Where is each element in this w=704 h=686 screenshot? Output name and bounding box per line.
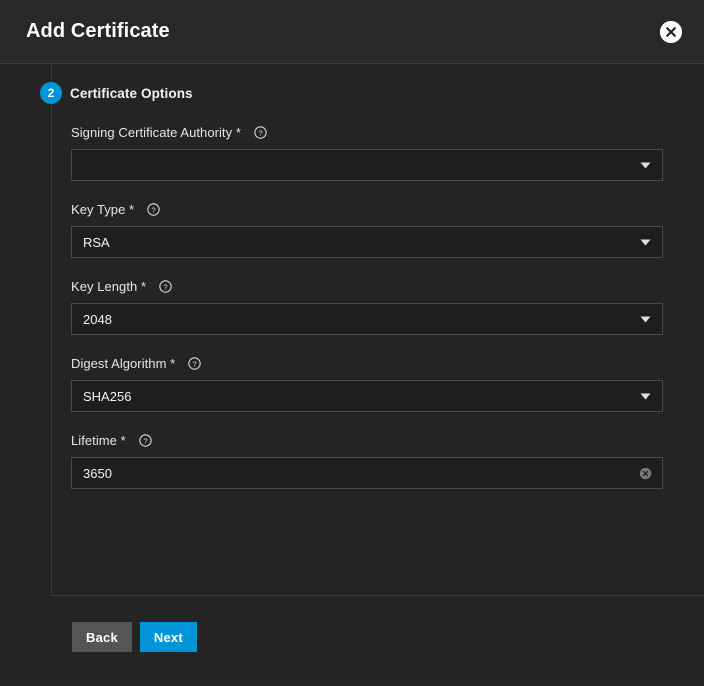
field-label-row: Signing Certificate Authority * ? bbox=[71, 124, 704, 140]
svg-text:?: ? bbox=[163, 282, 167, 291]
field-digest-algorithm: Digest Algorithm * ? SHA256 bbox=[71, 355, 704, 412]
required-marker: * bbox=[140, 278, 147, 294]
dialog-body: 2 Certificate Options Signing Certificat… bbox=[0, 64, 704, 686]
page-title: Add Certificate bbox=[26, 20, 170, 42]
footer-actions: Back Next bbox=[51, 596, 704, 652]
lifetime-input[interactable]: 3650 bbox=[71, 457, 663, 489]
field-label: Digest Algorithm * bbox=[71, 355, 176, 371]
field-label: Key Length * bbox=[71, 278, 147, 294]
key-length-select[interactable]: 2048 bbox=[71, 303, 663, 335]
chevron-down-icon bbox=[640, 393, 651, 399]
help-circle-icon[interactable]: ? bbox=[159, 279, 172, 293]
next-button[interactable]: Next bbox=[139, 622, 197, 652]
field-label-row: Key Length * ? bbox=[71, 278, 704, 294]
required-marker: * bbox=[170, 355, 176, 371]
step-number-badge: 2 bbox=[40, 82, 62, 104]
help-circle-icon[interactable]: ? bbox=[147, 202, 160, 216]
field-key-length: Key Length * ? 2048 bbox=[71, 278, 704, 335]
chevron-down-icon bbox=[640, 316, 651, 322]
field-signing-certificate-authority: Signing Certificate Authority * ? bbox=[71, 124, 704, 181]
field-lifetime: Lifetime * ? 3650 bbox=[71, 432, 704, 489]
required-marker: * bbox=[129, 201, 135, 217]
key-type-select[interactable]: RSA bbox=[71, 226, 663, 258]
svg-text:?: ? bbox=[258, 128, 262, 137]
svg-text:?: ? bbox=[152, 205, 156, 214]
clear-circle-icon[interactable] bbox=[639, 467, 652, 480]
input-value: 3650 bbox=[83, 465, 112, 481]
chevron-down-icon bbox=[640, 239, 651, 245]
field-label: Signing Certificate Authority * bbox=[71, 124, 241, 140]
field-label-row: Digest Algorithm * ? bbox=[71, 355, 704, 371]
field-label-row: Key Type * ? bbox=[71, 201, 704, 217]
field-label: Key Type * bbox=[71, 201, 135, 217]
signing-certificate-authority-select[interactable] bbox=[71, 149, 663, 181]
field-label-row: Lifetime * ? bbox=[71, 432, 704, 448]
field-label: Lifetime * bbox=[71, 432, 126, 448]
help-circle-icon[interactable]: ? bbox=[138, 433, 152, 447]
dialog-footer: Back Next bbox=[51, 595, 704, 686]
certificate-options-form: Signing Certificate Authority * ? Key Ty… bbox=[0, 124, 704, 509]
step-title: Certificate Options bbox=[70, 86, 193, 101]
field-key-type: Key Type * ? RSA bbox=[71, 201, 704, 258]
close-icon[interactable] bbox=[660, 20, 682, 43]
svg-text:?: ? bbox=[143, 436, 147, 445]
chevron-down-icon bbox=[640, 162, 651, 168]
select-value: 2048 bbox=[83, 311, 112, 327]
required-marker: * bbox=[235, 124, 241, 140]
svg-text:?: ? bbox=[193, 359, 197, 368]
add-certificate-dialog: Add Certificate 2 Certificate Options Si… bbox=[0, 0, 704, 686]
help-circle-icon[interactable]: ? bbox=[254, 125, 267, 139]
select-value: SHA256 bbox=[83, 388, 132, 404]
step-header: 2 Certificate Options bbox=[0, 64, 704, 104]
back-button[interactable]: Back bbox=[72, 622, 132, 652]
dialog-header: Add Certificate bbox=[0, 0, 704, 64]
help-circle-icon[interactable]: ? bbox=[188, 356, 201, 370]
digest-algorithm-select[interactable]: SHA256 bbox=[71, 380, 663, 412]
select-value: RSA bbox=[83, 234, 110, 250]
required-marker: * bbox=[120, 432, 126, 448]
